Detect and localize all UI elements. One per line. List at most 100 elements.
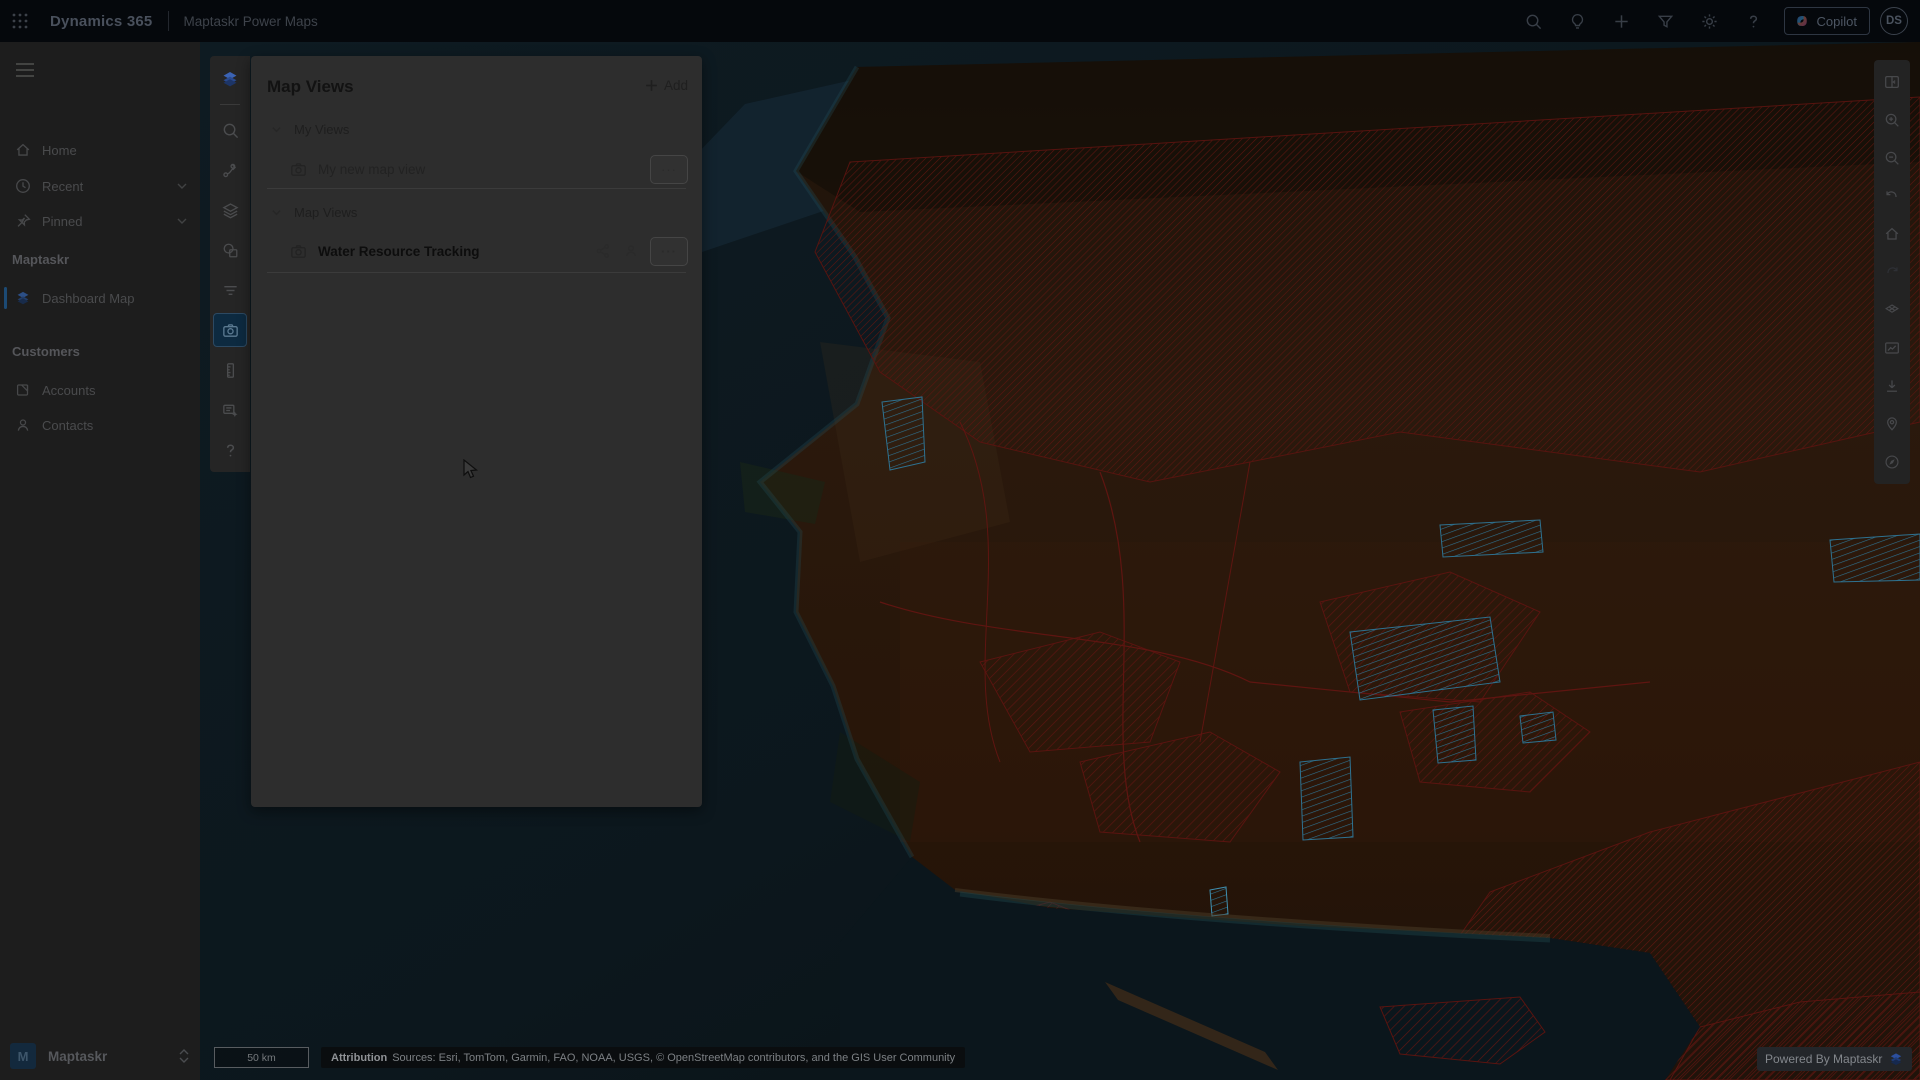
panel-divider [267,272,686,273]
app-title[interactable]: Maptaskr Power Maps [183,14,317,29]
selected-indicator [4,287,7,309]
search-icon[interactable] [1512,0,1556,42]
add-icon[interactable] [1600,0,1644,42]
view-row-my-new-map-view[interactable]: My new map view ··· [251,150,702,188]
row-actions: ··· [594,237,702,266]
environment-switcher[interactable]: M Maptaskr [0,1032,200,1080]
mouse-cursor [463,459,480,481]
powered-by-badge: Powered By Maptaskr [1757,1047,1912,1071]
sidebar-item-label: Accounts [42,383,95,398]
accounts-book-icon [14,381,32,399]
environment-logo: M [10,1043,36,1069]
share-icon[interactable] [594,242,612,260]
compass-icon[interactable] [1876,443,1908,481]
maptaskr-layers-icon [14,289,32,307]
zoom-out-icon[interactable] [1876,139,1908,177]
clock-icon [14,177,32,195]
help-icon[interactable] [1732,0,1776,42]
hamburger-menu-icon[interactable] [10,56,40,84]
more-options-button[interactable]: ··· [650,237,688,266]
section-map-views[interactable]: Map Views [251,199,702,225]
sidebar-group-maptaskr: Maptaskr [0,244,200,274]
zoom-in-icon[interactable] [1876,101,1908,139]
user-avatar[interactable]: DS [1880,7,1908,35]
attribution-text: Sources: Esri, TomTom, Garmin, FAO, NOAA… [392,1052,955,1064]
home-extent-icon[interactable] [1876,215,1908,253]
view-name: Water Resource Tracking [318,244,480,259]
elevation-chart-icon[interactable] [1876,329,1908,367]
environment-name: Maptaskr [48,1049,107,1064]
topbar-divider [168,11,169,31]
home-icon [14,141,32,159]
app-window: Dynamics 365 Maptaskr Power Maps [0,0,1920,1080]
collapse-panel-icon[interactable] [1876,63,1908,101]
filter-list-icon[interactable] [213,273,247,307]
sidebar-item-recent[interactable]: Recent [0,168,200,204]
sidebar-item-pinned[interactable]: Pinned [0,203,200,239]
map-navigation-toolbar [1874,60,1910,484]
toolbar-help-icon[interactable] [213,433,247,467]
copilot-icon [1794,13,1810,29]
filter-icon[interactable] [1644,0,1688,42]
sidebar-item-accounts[interactable]: Accounts [0,372,200,408]
redo-icon[interactable] [1876,253,1908,291]
undo-icon[interactable] [1876,177,1908,215]
toolbar-separator [220,104,240,105]
camera-icon [289,160,308,179]
panel-divider [267,188,686,189]
sidebar-item-label: Dashboard Map [42,291,135,306]
section-label: Map Views [294,205,357,220]
waffle-menu-icon[interactable] [0,0,40,42]
topbar-actions: Copilot DS [1512,0,1920,42]
sidebar-item-label: Home [42,143,77,158]
add-label: Add [664,78,688,93]
panel-title: Map Views [267,77,354,97]
map-views-camera-icon[interactable] [213,313,247,347]
map-views-panel: Map Views Add My Views My new map view ·… [251,56,702,807]
basemap-layers-icon[interactable] [1876,291,1908,329]
sidebar-item-label: Contacts [42,418,93,433]
location-pin-icon[interactable] [1876,405,1908,443]
map-search-icon[interactable] [213,113,247,147]
map-scale-bar: 50 km [214,1047,309,1068]
person-icon [14,416,32,434]
attribution-label: Attribution [331,1052,387,1064]
add-view-button[interactable]: Add [645,78,688,93]
row-actions: ··· [650,155,702,184]
person-share-icon[interactable] [622,242,640,260]
settings-gear-icon[interactable] [1688,0,1732,42]
copilot-button[interactable]: Copilot [1784,7,1870,35]
maptaskr-logo-icon [1888,1051,1904,1067]
chevron-down-icon[interactable] [176,180,188,192]
map-attribution: Attribution Sources: Esri, TomTom, Garmi… [321,1047,965,1068]
view-row-water-resource-tracking[interactable]: Water Resource Tracking ··· [251,232,702,270]
sidebar-group-customers: Customers [0,336,200,366]
map-tools-toolbar [210,56,250,472]
sidebar-item-dashboard-map[interactable]: Dashboard Map [0,280,200,316]
sidebar-item-home[interactable]: Home [0,132,200,168]
export-notes-icon[interactable] [213,393,247,427]
section-my-views[interactable]: My Views [251,116,702,142]
brand-title[interactable]: Dynamics 365 [50,13,152,30]
draw-shapes-icon[interactable] [213,233,247,267]
ruler-icon[interactable] [213,353,247,387]
switcher-chevrons-icon [178,1048,190,1064]
lightbulb-icon[interactable] [1556,0,1600,42]
route-icon[interactable] [213,153,247,187]
layers-icon[interactable] [213,193,247,227]
chevron-down-icon[interactable] [176,215,188,227]
copilot-label: Copilot [1817,14,1857,29]
maptaskr-logo-icon[interactable] [213,62,247,96]
pushpin-icon [14,212,32,230]
powered-by-label: Powered By Maptaskr [1765,1052,1882,1066]
chevron-down-icon [271,124,282,135]
top-navigation-bar: Dynamics 365 Maptaskr Power Maps [0,0,1920,42]
sidebar-item-label: Recent [42,179,83,194]
section-label: My Views [294,122,349,137]
avatar-initials: DS [1886,15,1902,27]
site-map-sidebar: Home Recent Pinned Maptaskr Dashboard Ma… [0,42,200,1080]
more-options-button[interactable]: ··· [650,155,688,184]
camera-icon [289,242,308,261]
download-icon[interactable] [1876,367,1908,405]
sidebar-item-contacts[interactable]: Contacts [0,407,200,443]
